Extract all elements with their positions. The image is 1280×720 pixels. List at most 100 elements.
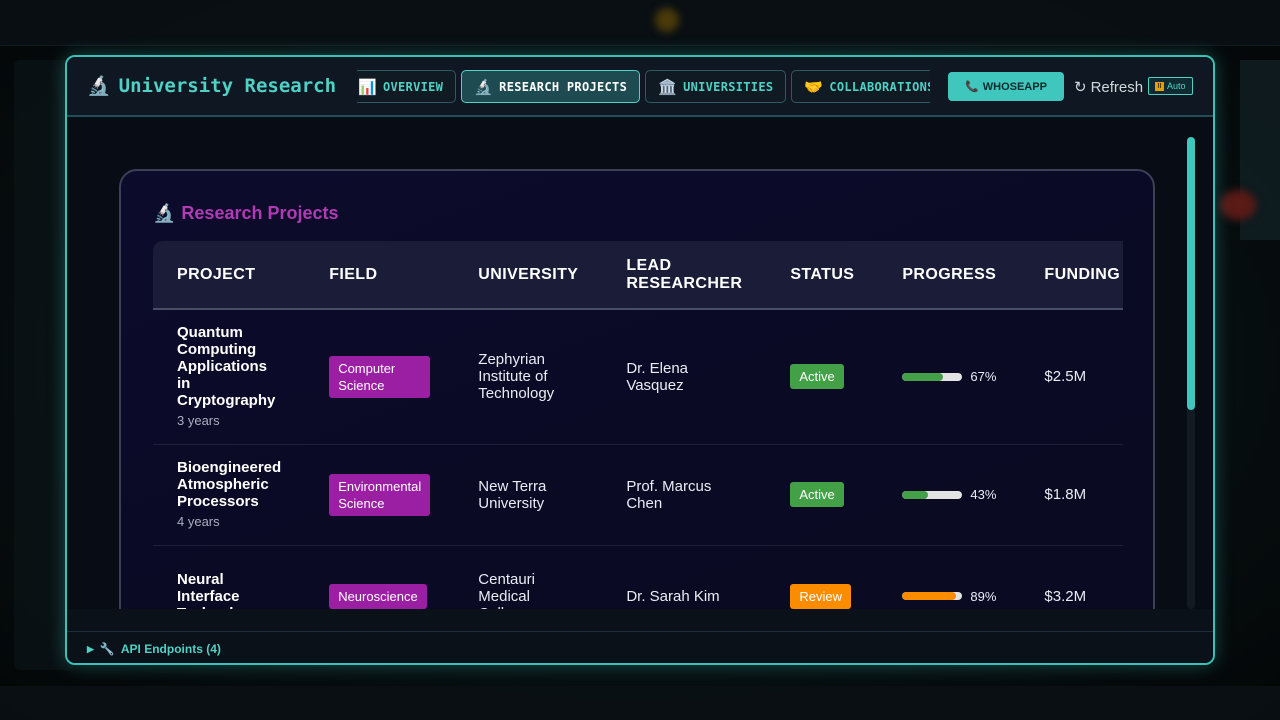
progress-indicator: 89% [902,588,996,605]
auto-label: Auto [1167,81,1186,91]
api-endpoints-toggle[interactable]: ▶ 🔧 API Endpoints (4) [87,642,221,656]
progress-label: 43% [970,487,997,502]
projects-table: PROJECT FIELD UNIVERSITY LEAD RESEARCHER STA… [153,241,1123,609]
field-badge: Computer Science [329,355,431,398]
phone-icon: 📞 [965,81,979,93]
progress-indicator: 43% [902,486,996,503]
progress-cell: 67% [878,309,1021,445]
project-name: Neural Interface Technology [177,570,260,610]
project-cell: Bioengineered Atmospheric Processors 4 y… [153,444,306,546]
progress-indicator: 67% [902,368,996,385]
progress-cell: 43% [878,444,1021,546]
column-header[interactable]: PROJECT [153,241,306,310]
lead-researcher-cell: Dr. Elena Vasquez [602,309,767,445]
tab-label: COLLABORATIONS [829,79,930,94]
field-badge: Neuroscience [329,583,427,609]
whoseapp-button[interactable]: 📞 WHOSEAPP [948,72,1064,101]
modal-title-text: University Research [118,75,337,97]
modal-footer: ▶ 🔧 API Endpoints (4) [67,631,1213,663]
progress-bar-fill [902,490,929,499]
auto-refresh-toggle[interactable]: II Auto [1148,77,1193,95]
tab-label: RESEARCH PROJECTS [499,79,628,94]
progress-bar-fill [902,592,956,600]
refresh-icon: ↻ [1074,79,1087,96]
microscope-icon: 🔬 [153,203,176,223]
progress-bar [902,372,963,381]
project-name: Quantum Computing Applications in Crypto… [177,324,276,410]
university-cell: Zephyrian Institute of Technology [454,309,603,445]
tab-overview[interactable]: 📊 OVERVIEW [357,70,457,103]
modal-title: 🔬 University Research [87,74,336,97]
university-icon: 🏛️ [658,77,678,96]
field-cell: Environmental Science [305,444,455,546]
field-cell: Computer Science [305,309,455,445]
api-endpoints-label: API Endpoints (4) [120,642,221,656]
project-duration: 4 years [177,514,220,529]
card-title: 🔬 Research Projects [153,203,339,224]
progress-label: 67% [970,369,997,385]
university-cell: New Terra University [454,444,603,546]
project-name: Bioengineered Atmospheric Processors [177,459,282,510]
university-cell: Centauri Medical College [454,545,603,609]
table-row[interactable]: Bioengineered Atmospheric Processors 4 y… [153,444,1123,546]
auto-indicator-icon: II [1155,81,1164,91]
background-bottombar [0,686,1280,720]
refresh-label: Refresh [1090,78,1144,96]
tab-research-projects[interactable]: 🔬 RESEARCH PROJECTS [461,70,641,103]
microscope-icon: 🔬 [87,75,111,97]
project-cell: Neural Interface Technology [153,545,306,610]
background-topbar [0,0,1280,46]
tab-label: OVERVIEW [382,79,444,94]
wrench-icon: 🔧 [99,642,115,656]
projects-table-wrap: PROJECT FIELD UNIVERSITY LEAD RESEARCHER STA… [153,241,1123,609]
status-badge: Review [790,583,851,609]
caret-right-icon: ▶ [87,643,94,654]
modal-header: 🔬 University Research 📊 OVERVIEW 🔬 RESEARCH … [67,57,1213,117]
refresh-button[interactable]: ↻ Refresh [1074,78,1144,97]
modal-body[interactable]: 🔬 Research Projects PROJECT FIELD UNIVERSI… [67,117,1213,609]
tab-label: UNIVERSITIES [683,79,774,94]
table-row[interactable]: Neural Interface Technology Neuroscience… [153,545,1123,609]
tab-strip[interactable]: 📊 OVERVIEW 🔬 RESEARCH PROJECTS 🏛️ UNIVERSITIE… [357,69,930,105]
progress-label: 89% [970,588,997,604]
field-badge: Environmental Science [329,473,431,516]
lead-researcher-cell: Prof. Marcus Chen [602,444,767,546]
background-glow [655,8,679,32]
column-header[interactable]: UNIVERSITY [454,241,603,310]
funding-cell: $1.8M [1020,444,1123,546]
progress-bar-fill [902,372,943,381]
project-duration: 3 years [177,413,220,429]
status-cell: Review [766,545,879,609]
background-glow [1220,190,1256,220]
funding-cell: $3.2M [1020,545,1123,609]
column-header[interactable]: FIELD [305,241,455,310]
microscope-icon: 🔬 [474,77,494,96]
tab-collaborations[interactable]: 🤝 COLLABORATIONS [791,70,930,103]
column-header[interactable]: LEAD RESEARCHER [602,241,767,310]
column-header[interactable]: FUNDING [1020,241,1123,310]
field-cell: Neuroscience [305,545,455,609]
research-projects-card: 🔬 Research Projects PROJECT FIELD UNIVERSI… [119,169,1155,609]
table-header-row: PROJECT FIELD UNIVERSITY LEAD RESEARCHER STA… [153,241,1123,310]
whoseapp-button-label: WHOSEAPP [982,80,1047,93]
funding-cell: $2.5M [1020,309,1123,445]
status-cell: Active [766,309,879,445]
table-row[interactable]: Quantum Computing Applications in Crypto… [153,309,1123,445]
handshake-icon: 🤝 [804,77,824,96]
progress-cell: 89% [878,545,1021,609]
column-header[interactable]: PROGRESS [878,241,1021,310]
project-cell: Quantum Computing Applications in Crypto… [153,309,306,445]
status-cell: Active [766,444,879,546]
tab-universities[interactable]: 🏛️ UNIVERSITIES [645,70,787,103]
progress-bar [902,592,963,600]
chart-icon: 📊 [358,77,377,96]
progress-bar [902,490,963,499]
scrollbar-thumb[interactable] [1187,137,1195,410]
card-title-text: Research Projects [181,203,339,223]
research-modal: 🔬 University Research 📊 OVERVIEW 🔬 RESEARCH … [65,55,1215,665]
scrollbar[interactable] [1187,137,1195,609]
column-header[interactable]: STATUS [766,241,879,310]
lead-researcher-cell: Dr. Sarah Kim [602,545,767,609]
status-badge: Active [790,482,844,507]
status-badge: Active [790,364,844,390]
